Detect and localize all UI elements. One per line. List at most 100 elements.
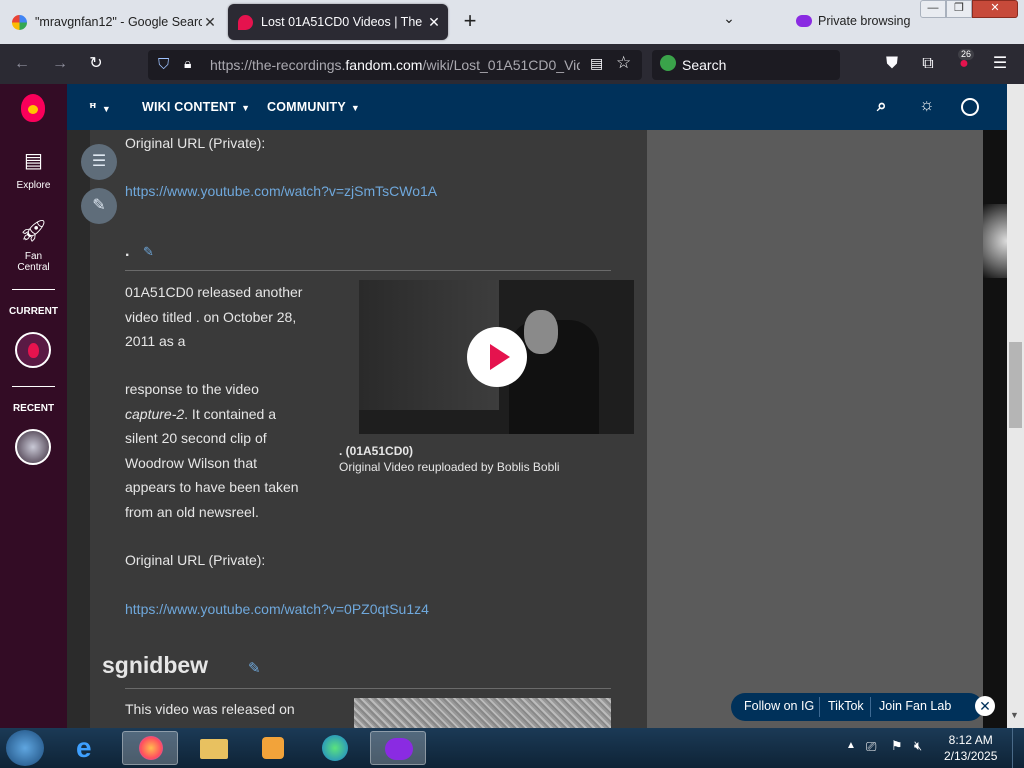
user-account-icon[interactable]: [961, 98, 979, 116]
network-icon[interactable]: ⎚: [866, 739, 876, 755]
fan-central-label-line1: Fan: [24, 251, 43, 262]
close-icon[interactable]: ✕: [202, 14, 218, 31]
play-button-icon[interactable]: [467, 327, 527, 387]
internet-explorer-icon[interactable]: e: [62, 731, 118, 765]
description-line: appears to have been taken: [125, 479, 299, 495]
edge-glyph: [322, 735, 348, 761]
close-icon[interactable]: ✕: [426, 14, 442, 31]
clock-date: 2/13/2025: [944, 749, 998, 763]
menu-hamburger-icon[interactable]: ☰: [988, 52, 1012, 76]
bookmark-star-icon[interactable]: ☆: [616, 53, 631, 73]
fan-central-link[interactable]: Fan Central: [0, 251, 67, 273]
windows-taskbar: e ▲ ⎚ ⚑ 🔇︎ 8:12 AM 2/13/2025: [0, 728, 1024, 768]
edit-section-pencil-icon[interactable]: ✎: [143, 244, 154, 260]
reader-view-icon[interactable]: ▤: [590, 55, 603, 72]
wiki-content-menu[interactable]: WIKI CONTENT ▼: [142, 100, 250, 114]
edit-pencil-icon[interactable]: ✎: [81, 188, 117, 224]
wiki-top-navigation: ꟸ ▼ WIKI CONTENT ▼ COMMUNITY ▼ ⌕ ☼: [67, 84, 1007, 130]
fandom-flame-icon: [238, 14, 253, 30]
pocket-icon[interactable]: ⛊: [880, 52, 904, 76]
tab-fandom-page[interactable]: Lost 01A51CD0 Videos | The Rec ✕: [228, 4, 448, 40]
address-bar[interactable]: ⛉ 🔒︎ https://the-recordings.fandom.com/w…: [148, 50, 642, 80]
description-line: silent 20 second clip of: [125, 430, 267, 446]
explore-icon[interactable]: ▤: [0, 148, 67, 173]
search-engine-icon[interactable]: [660, 55, 676, 71]
private-browsing-label: Private browsing: [818, 14, 911, 28]
firefox-taskbar-icon[interactable]: [122, 731, 178, 765]
minimize-button[interactable]: —: [920, 0, 946, 18]
scrollbar-thumb[interactable]: [1009, 342, 1022, 428]
chevron-down-icon: ▼: [241, 103, 251, 113]
list-all-tabs-button[interactable]: ⌄: [718, 10, 740, 32]
edge-icon[interactable]: [308, 731, 364, 765]
social-follow-bar: Follow on IG TikTok Join Fan Lab: [731, 693, 983, 721]
clock-time: 8:12 AM: [948, 733, 993, 747]
fandom-logo-icon[interactable]: [21, 94, 45, 122]
window-close-button[interactable]: ✕: [972, 0, 1018, 18]
section-heading-sgnidbew: sgnidbew: [102, 652, 209, 678]
action-center-flag-icon[interactable]: ⚑: [891, 738, 903, 754]
lock-icon[interactable]: 🔒︎: [184, 55, 191, 72]
article-body: Original URL (Private): https://www.yout…: [90, 130, 647, 728]
original-url-label: Original URL (Private):: [125, 135, 266, 151]
forward-arrow-icon[interactable]: →: [48, 52, 72, 76]
page-scrollbar[interactable]: ▼: [1007, 84, 1024, 728]
page-content: Original URL (Private): https://www.yout…: [67, 130, 1007, 728]
media-icon: [262, 737, 284, 759]
video-caption-subtitle: Original Video reuploaded by Boblis Bobl…: [339, 460, 560, 474]
search-field[interactable]: Search: [652, 50, 840, 80]
description-line: 01A51CD0 released another: [125, 284, 303, 300]
scroll-down-arrow-icon[interactable]: ▼: [1010, 710, 1019, 720]
join-fan-lab-link[interactable]: Join Fan Lab: [879, 699, 951, 713]
youtube-link[interactable]: https://www.youtube.com/watch?v=zjSmTsCW…: [125, 183, 437, 199]
search-icon[interactable]: ⌕: [877, 96, 887, 116]
shield-icon[interactable]: ⛉: [158, 56, 169, 73]
search-placeholder: Search: [682, 57, 727, 73]
wiki-content-label: WIKI CONTENT: [142, 100, 237, 114]
flame-icon: [28, 343, 39, 358]
table-of-contents-icon[interactable]: ☰: [81, 144, 117, 180]
current-wiki-icon[interactable]: [15, 332, 51, 368]
back-arrow-icon[interactable]: ←: [10, 52, 34, 76]
media-player-icon[interactable]: [246, 731, 302, 765]
divider: [870, 697, 871, 717]
chevron-down-icon: ▼: [350, 103, 360, 113]
file-explorer-icon[interactable]: [186, 731, 242, 765]
tab-google-search[interactable]: "mravgnfan12" - Google Search ✕: [2, 4, 224, 40]
extension-badge: 26: [958, 49, 975, 60]
url-text[interactable]: https://the-recordings.fandom.com/wiki/L…: [210, 57, 580, 73]
start-button-icon[interactable]: [6, 730, 44, 766]
youtube-link[interactable]: https://www.youtube.com/watch?v=0PZ0qtSu…: [125, 601, 429, 617]
tiktok-link[interactable]: TikTok: [828, 699, 864, 713]
video-face: [524, 310, 558, 354]
description-line-italic: capture-2. It contained a: [125, 402, 276, 427]
community-menu[interactable]: COMMUNITY ▼: [267, 100, 360, 114]
theme-toggle-sun-icon[interactable]: ☼: [919, 95, 935, 115]
explore-menu[interactable]: ꟸ ▼: [89, 100, 111, 115]
release-text: This video was released on: [125, 701, 295, 717]
rocket-icon[interactable]: 🚀︎: [0, 218, 67, 244]
explore-label[interactable]: Explore: [0, 180, 67, 191]
close-icon[interactable]: ✕: [975, 696, 995, 716]
show-desktop-button[interactable]: [1012, 728, 1024, 768]
new-tab-button[interactable]: +: [456, 8, 484, 36]
video-thumbnail[interactable]: [359, 280, 634, 434]
description-after-italic: . It contained a: [184, 405, 276, 422]
edit-section-pencil-icon[interactable]: ✎: [248, 659, 261, 677]
tab-title: "mravgnfan12" - Google Search: [35, 15, 202, 29]
current-heading: CURRENT: [9, 306, 58, 317]
maximize-button[interactable]: ❐: [946, 0, 972, 18]
reload-icon[interactable]: ↻: [84, 52, 108, 76]
recent-wiki-avatar[interactable]: [15, 429, 51, 465]
volume-muted-icon[interactable]: 🔇︎: [914, 738, 922, 754]
section-heading: .: [125, 243, 130, 260]
show-hidden-icons[interactable]: ▲: [846, 740, 856, 751]
follow-ig-link[interactable]: Follow on IG: [744, 699, 814, 713]
firefox-private-taskbar-icon[interactable]: [370, 731, 426, 765]
private-browsing-indicator: Private browsing: [796, 14, 910, 28]
extensions-puzzle-icon[interactable]: ⧉: [916, 52, 940, 76]
original-url-label: Original URL (Private):: [125, 552, 266, 568]
video-thumbnail-static[interactable]: [354, 698, 611, 728]
system-clock[interactable]: 8:12 AM 2/13/2025: [944, 732, 997, 764]
url-path: /wiki/Lost_01A51CD0_Vid: [422, 57, 580, 73]
